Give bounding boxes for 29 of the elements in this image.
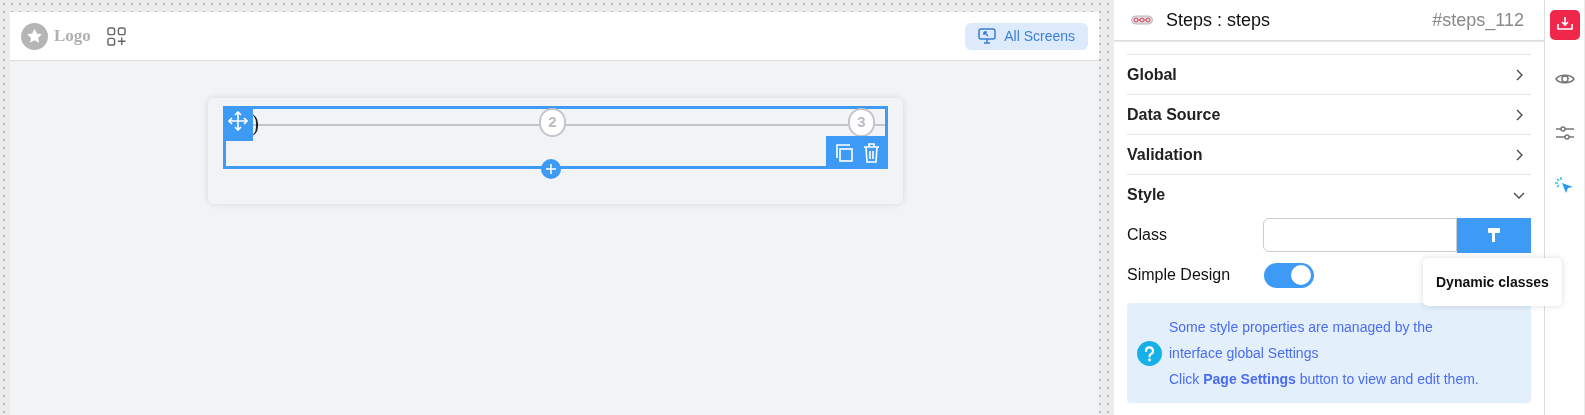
plus-icon — [546, 164, 556, 174]
info-text: interface global Settings — [1169, 344, 1320, 363]
dynamic-classes-button[interactable] — [1457, 217, 1531, 253]
accordion-header[interactable]: Style — [1127, 175, 1531, 215]
field-label: Simple Design — [1127, 265, 1232, 285]
info-text: Click Page Settings button to view and edit them. — [1169, 370, 1479, 389]
accordion-header[interactable]: Data Source — [1127, 95, 1531, 135]
tooltip: Dynamic classes — [1423, 258, 1562, 306]
info-text: Some style properties are managed by the — [1169, 318, 1434, 337]
help-icon — [1137, 340, 1162, 366]
element-id: #steps_112 — [1432, 8, 1524, 33]
copy-icon[interactable] — [834, 142, 854, 163]
logo-text: Logo — [54, 25, 91, 48]
simple-design-toggle[interactable] — [1264, 262, 1314, 288]
logo-icon — [21, 22, 48, 50]
class-input[interactable] — [1263, 218, 1458, 252]
panel-title: Steps : steps — [1166, 8, 1271, 32]
move-icon — [228, 111, 248, 131]
rail-button[interactable] — [1549, 10, 1580, 40]
accordion-header[interactable]: Validation — [1127, 135, 1531, 175]
steps-icon — [1131, 15, 1153, 25]
accordion-header[interactable]: Global — [1127, 55, 1531, 95]
monitor-icon — [978, 28, 997, 44]
add-widget-icon[interactable] — [106, 26, 126, 46]
move-handle[interactable] — [223, 106, 253, 141]
trash-icon[interactable] — [862, 142, 880, 163]
field-label: Class — [1127, 225, 1168, 245]
paint-roller-icon — [1487, 227, 1502, 243]
add-button[interactable] — [541, 159, 561, 179]
